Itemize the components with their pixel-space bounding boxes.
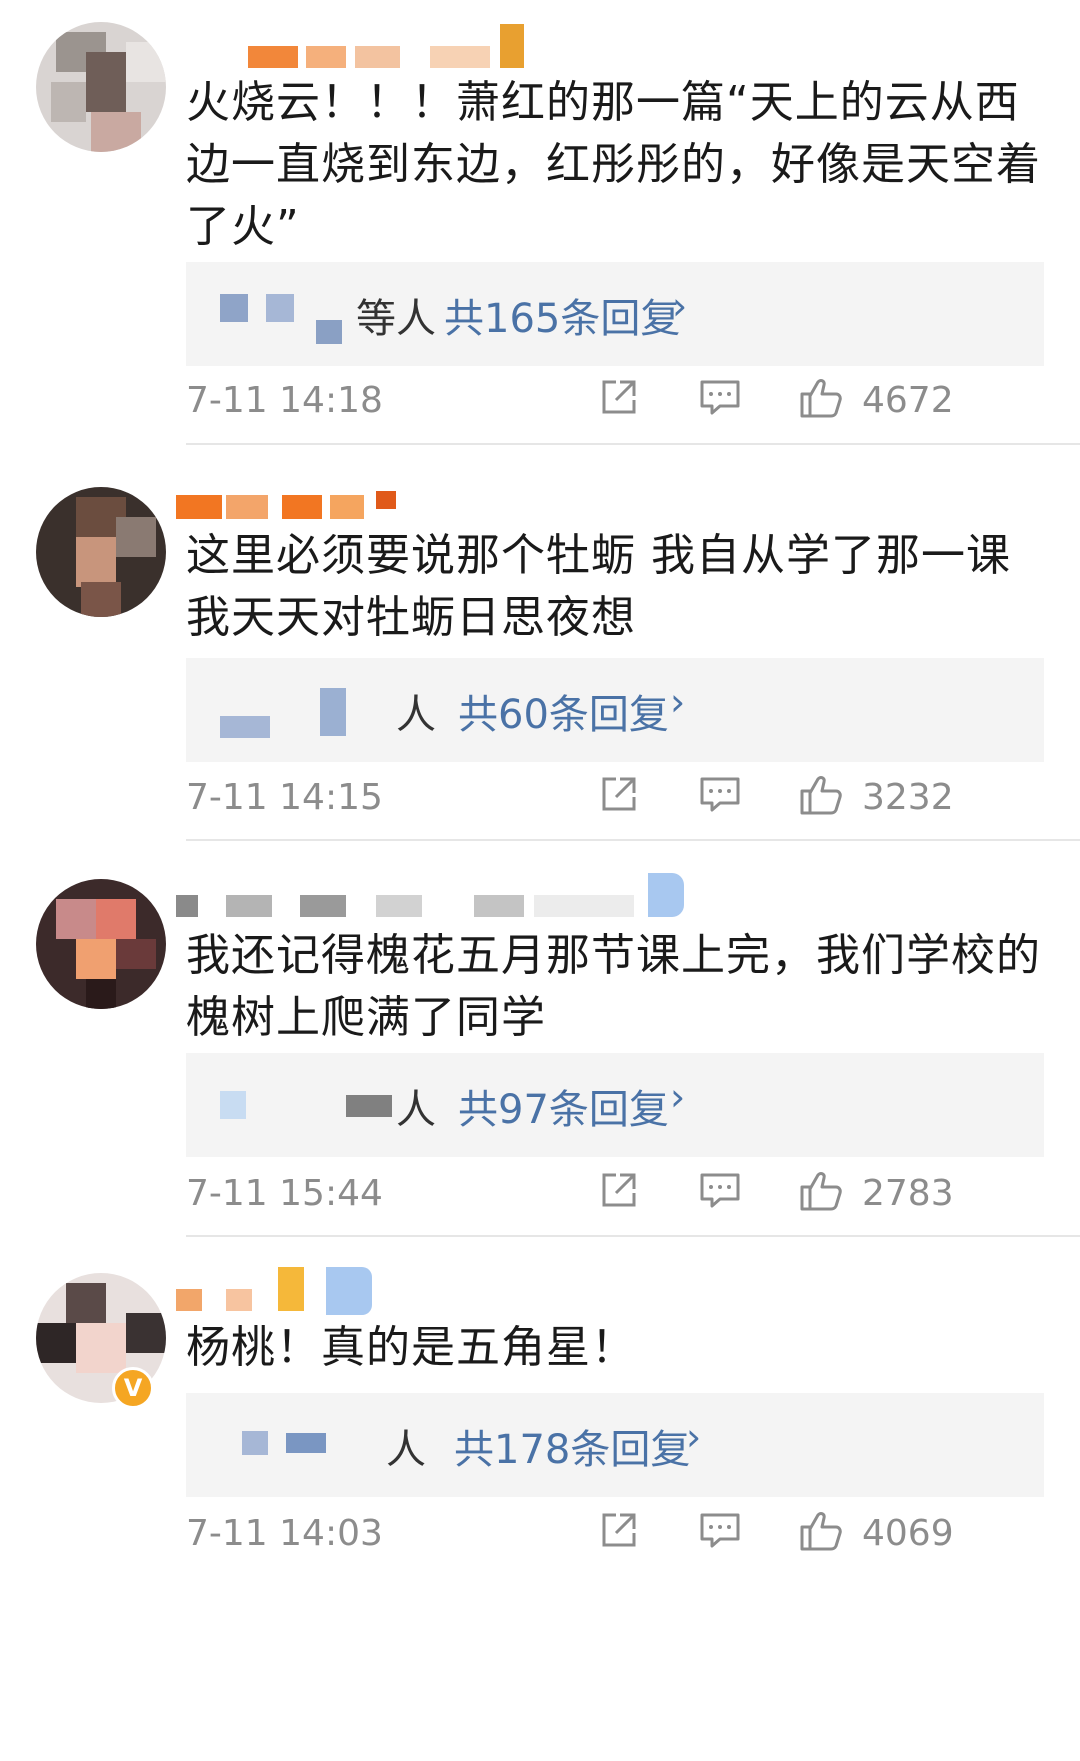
- comment-item: 火烧云！！！萧红的那一篇“天上的云从西边一直烧到东边，红彤彤的，好像是天空着了火…: [0, 0, 1080, 445]
- reply-people: 人: [386, 1427, 426, 1473]
- blurred-reply-avatars: [220, 294, 248, 322]
- blurred-reply-avatars: [242, 1431, 268, 1455]
- reply-summary[interactable]: 人 共178条回复 ›: [186, 1393, 1044, 1497]
- reply-count[interactable]: 共97条回复: [458, 1077, 669, 1135]
- thumbs-up-icon[interactable]: [798, 1509, 844, 1557]
- comment-icon[interactable]: [698, 376, 742, 422]
- reply-summary[interactable]: 等人 共165条回复 ›: [186, 262, 1044, 366]
- share-icon[interactable]: [598, 773, 640, 819]
- like-count: 4672: [862, 380, 954, 421]
- avatar[interactable]: [36, 487, 166, 617]
- comment-text: 杨桃！真的是五角星！: [186, 1322, 636, 1373]
- reply-people: 人: [396, 692, 436, 738]
- chevron-right-icon: ›: [686, 1415, 702, 1459]
- comment-item: 我还记得槐花五月那节课上完，我们学校的槐树上爬满了同学 人 共97条回复 › 7…: [0, 841, 1080, 1237]
- blurred-reply-avatars: [220, 1091, 246, 1119]
- share-icon[interactable]: [598, 1509, 640, 1555]
- thumbs-up-icon[interactable]: [798, 376, 844, 424]
- share-icon[interactable]: [598, 376, 640, 422]
- comment-meta: 7-11 14:18 4672: [186, 370, 1044, 430]
- reply-people: 等人: [356, 296, 436, 342]
- comment-icon[interactable]: [698, 1169, 742, 1215]
- reply-people: 人: [396, 1087, 436, 1133]
- comment-icon[interactable]: [698, 773, 742, 819]
- timestamp: 7-11 14:15: [186, 777, 383, 818]
- username-blurred[interactable]: [176, 1267, 750, 1315]
- thumbs-up-icon[interactable]: [798, 1169, 844, 1217]
- reply-count[interactable]: 共178条回复: [454, 1417, 690, 1475]
- timestamp: 7-11 14:18: [186, 380, 383, 421]
- reply-summary[interactable]: 人 共60条回复 ›: [186, 658, 1044, 762]
- comment-meta: 7-11 14:15 3232: [186, 767, 1044, 827]
- like-count: 4069: [862, 1513, 954, 1554]
- comment-meta: 7-11 14:03 4069: [186, 1503, 1044, 1563]
- avatar[interactable]: [36, 879, 166, 1009]
- thumbs-up-icon[interactable]: [798, 773, 844, 821]
- reply-count[interactable]: 共165条回复: [444, 286, 680, 344]
- like-count: 3232: [862, 777, 954, 818]
- comment-item: 这里必须要说那个牡蛎 我自从学了那一课我天天对牡蛎日思夜想 人 共60条回复 ›…: [0, 445, 1080, 841]
- timestamp: 7-11 14:03: [186, 1513, 383, 1554]
- chevron-right-icon: ›: [670, 680, 686, 724]
- chevron-right-icon: ›: [670, 1075, 686, 1119]
- username-blurred[interactable]: [190, 20, 750, 68]
- comment-text: 我还记得槐花五月那节课上完，我们学校的槐树上爬满了同学: [186, 930, 1041, 1043]
- blurred-reply-avatars: [220, 716, 270, 738]
- chevron-right-icon: ›: [672, 284, 688, 328]
- comment-item: V 杨桃！真的是五角星！ 人 共178条回复 › 7-11 14:03 4069: [0, 1237, 1080, 1761]
- comment-meta: 7-11 15:44 2783: [186, 1163, 1044, 1223]
- comment-text: 火烧云！！！萧红的那一篇“天上的云从西边一直烧到东边，红彤彤的，好像是天空着了火…: [186, 77, 1041, 252]
- username-blurred[interactable]: [176, 483, 750, 529]
- username-blurred[interactable]: [176, 873, 750, 919]
- timestamp: 7-11 15:44: [186, 1173, 383, 1214]
- share-icon[interactable]: [598, 1169, 640, 1215]
- avatar[interactable]: [36, 22, 166, 152]
- verified-badge-icon: V: [112, 1367, 154, 1409]
- like-count: 2783: [862, 1173, 954, 1214]
- comment-text: 这里必须要说那个牡蛎 我自从学了那一课我天天对牡蛎日思夜想: [186, 530, 1011, 643]
- comment-icon[interactable]: [698, 1509, 742, 1555]
- reply-count[interactable]: 共60条回复: [458, 682, 669, 740]
- reply-summary[interactable]: 人 共97条回复 ›: [186, 1053, 1044, 1157]
